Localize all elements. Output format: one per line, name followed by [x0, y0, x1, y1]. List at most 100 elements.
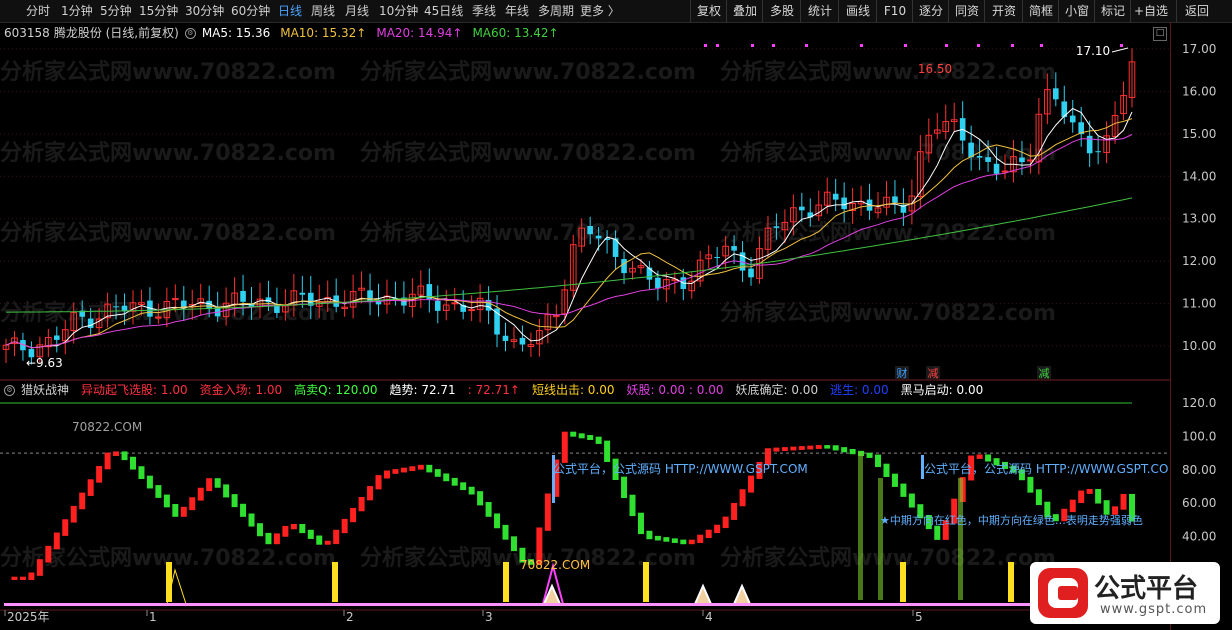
trend-bar — [510, 536, 517, 552]
logo-url: www.gspt.com — [1100, 602, 1208, 617]
trend-bar — [214, 478, 221, 488]
trend-bar — [1069, 499, 1076, 513]
time-label: 3 — [485, 610, 493, 624]
trend-bar — [409, 466, 416, 472]
trend-bar — [273, 533, 280, 545]
time-label: 2 — [346, 610, 354, 624]
trend-bar — [155, 485, 162, 498]
volume-signal-bar — [958, 478, 963, 600]
panel-divider[interactable] — [0, 379, 1170, 381]
candle-body — [180, 300, 187, 308]
trend-bar — [53, 532, 60, 550]
trend-bar — [646, 530, 653, 540]
indicator-settings-icon[interactable]: ⚙ — [4, 385, 15, 396]
time-label: 5 — [915, 610, 923, 624]
trend-bar — [256, 523, 263, 537]
signal-dot — [945, 44, 948, 47]
annotation-url: 公式平台，公式源码 HTTP://WWW.GSPT.CO — [924, 461, 1168, 476]
candle-body — [113, 306, 119, 308]
trend-bar — [604, 440, 611, 462]
trend-bar — [96, 465, 103, 483]
annotation-url: 公式平台，公式源码 HTTP://WWW.GSPT.COM — [553, 461, 808, 476]
trend-bar — [875, 454, 882, 468]
trend-bar — [849, 448, 856, 455]
trend-bar — [502, 524, 509, 540]
trend-bar — [333, 529, 340, 545]
indicator-item-9: 黑马启动: 0.00 — [900, 383, 984, 397]
trend-bar — [595, 436, 602, 444]
candle-body — [155, 316, 162, 319]
candle-body — [993, 163, 1000, 174]
trend-bar — [570, 431, 577, 437]
trend-bar — [654, 535, 661, 541]
trend-bar — [976, 454, 983, 459]
trend-bar — [172, 504, 179, 517]
trend-bar — [891, 473, 898, 487]
trend-bar — [129, 456, 136, 470]
time-label: 4 — [705, 610, 713, 624]
signal-dot — [904, 44, 907, 47]
trend-bar — [104, 452, 111, 470]
candle-body — [976, 155, 983, 158]
candle-body — [1001, 170, 1009, 173]
trend-bar — [477, 491, 484, 506]
trend-bar — [1095, 489, 1102, 504]
trend-bar — [206, 478, 213, 492]
last-price-label: 17.10 — [1076, 44, 1110, 58]
buy-signal-bar — [643, 562, 649, 602]
trend-bar — [231, 494, 238, 508]
trend-bar — [341, 518, 348, 534]
event-tag-text: 财 — [897, 366, 908, 380]
trend-bar — [19, 576, 26, 581]
indicator-item-4: : 72.71↑ — [467, 383, 520, 397]
signal-dot — [1040, 44, 1043, 47]
candle-body — [367, 290, 373, 302]
signal-dot — [1011, 44, 1014, 47]
signal-dot — [1120, 44, 1123, 47]
indicator-item-2: 高卖Q: 120.00 — [294, 383, 378, 397]
trend-bar — [900, 483, 907, 497]
trend-bar — [722, 516, 729, 529]
trend-bar — [1027, 476, 1034, 493]
trend-bar — [163, 494, 170, 508]
indicator-item-5: 短线出击: 0.00 — [531, 383, 615, 397]
candle-body — [773, 226, 780, 228]
candle-body — [502, 335, 509, 341]
candle-body — [587, 226, 593, 235]
buy-triangle-icon — [693, 583, 713, 605]
indicator-item-3: 趋势: 72.71 — [389, 383, 456, 397]
trend-bar — [781, 447, 788, 451]
candle-body — [731, 246, 737, 251]
candle-body — [655, 277, 661, 289]
trend-bar — [985, 454, 992, 462]
trend-bar — [240, 503, 247, 517]
buy-triangle-icon — [732, 583, 752, 605]
trend-bar — [358, 496, 365, 512]
candle-body — [468, 309, 475, 312]
candle-body — [299, 292, 306, 295]
trend-bar — [443, 473, 450, 482]
trend-bar — [1086, 489, 1093, 494]
trend-bar — [121, 451, 128, 461]
trend-bar — [197, 487, 204, 501]
candle-body — [1095, 151, 1101, 153]
candle-body — [968, 142, 974, 158]
candle-body — [832, 193, 839, 200]
time-label: 1 — [149, 610, 157, 624]
trend-bar — [790, 446, 797, 451]
trend-bar — [36, 559, 43, 576]
high-price-label: 16.50 — [918, 62, 952, 76]
candle-body — [1069, 115, 1076, 123]
candle-body — [646, 267, 653, 280]
candle-body — [87, 318, 94, 328]
trend-bar — [392, 469, 399, 474]
trend-bar — [79, 492, 86, 510]
trend-bar — [934, 525, 941, 540]
candle-body — [841, 197, 847, 210]
gspt-logo: 公式平台 www.gspt.com — [1030, 562, 1220, 624]
signal-dot — [751, 44, 754, 47]
buy-signal-bar — [503, 562, 509, 602]
kline-chart[interactable]: 17.0016.0015.0014.0013.0012.0011.0010.00… — [0, 0, 1232, 630]
candle-body — [748, 268, 754, 278]
trend-bar — [494, 513, 501, 529]
